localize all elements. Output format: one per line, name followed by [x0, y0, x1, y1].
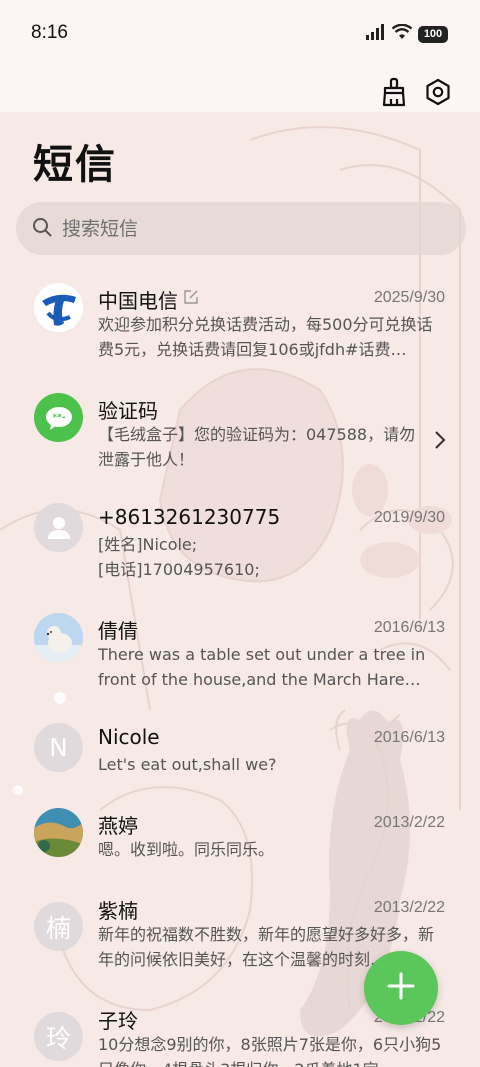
china-telecom-logo	[34, 283, 83, 332]
polar-bear-photo	[34, 613, 83, 662]
status-bar: 8:16 100	[0, 0, 480, 70]
landscape-photo	[34, 808, 83, 857]
contact-name: +8613261230775	[98, 505, 281, 529]
message-preview: Let's eat out,shall we?	[98, 755, 277, 774]
message-date: 2013/2/22	[373, 899, 445, 916]
search-bar[interactable]	[16, 202, 466, 255]
edit-icon	[183, 289, 199, 309]
contact-name: 紫楠	[98, 899, 138, 923]
contact-name: 倩倩	[98, 619, 138, 643]
battery-icon: 100	[418, 25, 448, 43]
message-date: 2016/6/13	[373, 619, 445, 636]
message-preview: 10分想念9别的你，8张照片7张是你，6只小狗5只像你，4根骨头3根归你，2爪着…	[98, 1035, 442, 1067]
message-preview: 嗯。收到啦。同乐同乐。	[98, 840, 275, 859]
letter-avatar: N	[34, 723, 83, 772]
wifi-icon	[391, 23, 413, 44]
signal-icon	[366, 24, 386, 44]
message-date: 2016/6/13	[373, 729, 445, 746]
message-preview: 【毛绒盒子】您的验证码为：047588，请勿泄露于他人！	[98, 425, 416, 469]
chevron-right-icon	[434, 430, 446, 454]
contact-name: 子玲	[98, 1009, 138, 1033]
top-toolbar	[0, 70, 480, 112]
message-date: 2025/9/30	[373, 289, 445, 306]
contact-name: 验证码	[98, 399, 158, 423]
message-preview: [姓名]Nicole; [电话]17004957610;	[98, 535, 260, 579]
search-icon	[32, 217, 52, 241]
settings-icon[interactable]	[422, 76, 454, 108]
message-preview: 欢迎参加积分兑换话费活动，每500分可兑换话费5元，兑换话费请回复106或jfd…	[98, 315, 433, 359]
search-input[interactable]	[62, 217, 442, 240]
contact-name: Nicole	[98, 725, 160, 749]
svg-text:**-: **-	[52, 413, 65, 423]
plus-icon	[386, 971, 416, 1005]
message-preview: There was a table set out under a tree i…	[98, 645, 426, 689]
verification-code-icon: **-	[34, 393, 83, 442]
contact-name: 中国电信	[98, 289, 178, 313]
status-icons: 100	[366, 23, 448, 44]
page-title: 短信	[33, 142, 117, 188]
conversation-item[interactable]: +8613261230775 2019/9/30 [姓名]Nicole; [电话…	[0, 490, 480, 595]
conversation-item[interactable]: **- 验证码 【毛绒盒子】您的验证码为：047588，请勿泄露于他人！	[0, 380, 480, 485]
letter-avatar: 楠	[34, 902, 83, 951]
broom-icon[interactable]	[378, 76, 410, 108]
person-icon	[34, 503, 83, 552]
status-time: 8:16	[31, 22, 68, 43]
conversation-item[interactable]: 倩倩 2016/6/13 There was a table set out u…	[0, 600, 480, 705]
new-message-button[interactable]	[364, 951, 438, 1025]
letter-avatar: 玲	[34, 1012, 83, 1061]
message-date: 2019/9/30	[373, 509, 445, 526]
contact-name: 燕婷	[98, 814, 138, 838]
message-date: 2013/2/22	[373, 814, 445, 831]
conversation-item[interactable]: 中国电信 2025/9/30 欢迎参加积分兑换话费活动，每500分可兑换话费5元…	[0, 270, 480, 375]
